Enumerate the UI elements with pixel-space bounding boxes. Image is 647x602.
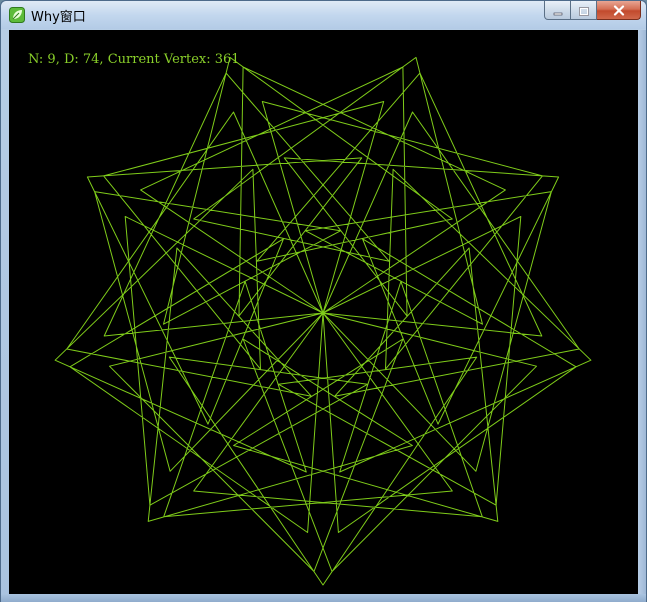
window-border-right	[638, 30, 646, 594]
window-controls	[544, 1, 641, 21]
leaf-app-icon[interactable]	[9, 7, 25, 23]
rose-polyline	[54, 56, 592, 586]
drawing-canvas[interactable]: N: 9, D: 74, Current Vertex: 361	[9, 30, 638, 594]
window-title: Why窗口	[31, 10, 86, 25]
info-text: N: 9, D: 74, Current Vertex: 361	[28, 52, 240, 67]
maurer-rose-drawing	[54, 56, 592, 586]
minimize-button[interactable]	[544, 1, 571, 20]
close-button[interactable]	[597, 1, 641, 20]
app-window: Why窗口 N: 9, D: 74, Current Vertex: 361	[0, 0, 647, 602]
minimize-icon	[553, 1, 563, 20]
maximize-button[interactable]	[571, 1, 597, 20]
title-bar[interactable]: Why窗口	[1, 1, 646, 29]
window-border-bottom	[1, 594, 646, 602]
maximize-icon	[578, 1, 589, 20]
close-icon	[613, 1, 625, 20]
